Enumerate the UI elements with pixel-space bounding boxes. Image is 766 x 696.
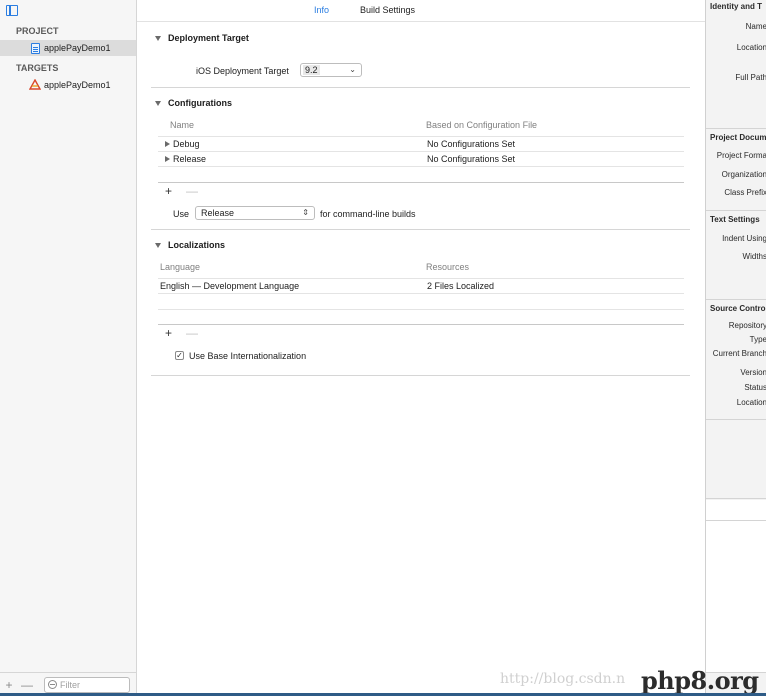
widths-label: Widths [742,252,766,261]
add-file-button[interactable]: + [0,678,18,692]
config-row-release[interactable]: Release [165,154,206,164]
command-line-config-popup[interactable]: Release ⇕ [195,206,315,220]
localizations-title: Localizations [168,240,226,250]
header-divider [158,278,684,279]
editor-tab-bar: Info Build Settings [137,0,705,22]
configurations-title: Configurations [168,98,232,108]
config-file-column-header: Based on Configuration File [426,120,538,130]
disclosure-right-icon [165,156,170,162]
location-label: Location [736,43,766,52]
project-file-icon [31,42,40,54]
remove-localization-button[interactable]: — [186,326,198,340]
disclosure-down-icon [155,35,161,41]
identity-section-header: Identity and T [710,2,762,11]
inspector-divider [706,299,766,300]
organization-label: Organization [721,170,766,179]
disclosure-down-icon [155,100,161,106]
config-file: No Configurations Set [427,139,516,149]
config-file: No Configurations Set [427,154,516,164]
project-navigator: PROJECT applePayDemo1 TARGETS applePayDe… [0,0,137,696]
configurations-header[interactable]: Configurations [155,98,232,108]
deployment-target-title: Deployment Target [168,33,249,43]
project-section-header: PROJECT [16,26,59,36]
chevron-down-icon: ⌄ [349,65,356,74]
target-item[interactable]: applePayDemo1 [0,77,136,93]
current-branch-label: Current Branch [712,349,766,358]
repository-label: Repository [728,321,766,330]
base-internationalization-checkbox[interactable]: ✓ [175,351,184,360]
remove-file-button[interactable]: — [18,678,36,692]
source-control-header: Source Contro [710,304,766,313]
brand-logo-text: php8.org [641,666,759,695]
project-format-label: Project Forma [716,151,766,160]
row-divider [158,166,684,167]
deployment-target-header[interactable]: Deployment Target [155,33,249,43]
table-bottom-divider [158,324,684,325]
add-configuration-button[interactable]: + [165,184,172,198]
watermark-text: http://blog.csdn.n [500,671,626,687]
disclosure-right-icon [165,141,170,147]
ios-deployment-target-popup[interactable]: 9.2 ⌄ [300,63,362,77]
inspector-divider [706,498,766,499]
updown-chevron-icon: ⇕ [302,208,309,217]
text-settings-header: Text Settings [710,215,760,224]
filter-input[interactable]: Filter [44,676,130,693]
config-name-column-header: Name [170,120,195,130]
use-label: Use [173,209,190,219]
config-name: Release [173,154,207,164]
localizations-header[interactable]: Localizations [155,240,225,250]
filter-placeholder: Filter [60,679,80,690]
ios-deployment-target-value: 9.2 [303,65,320,75]
row-divider [158,293,684,294]
config-name: Debug [173,139,200,149]
project-document-header: Project Docum [710,133,766,142]
project-item-label: applePayDemo1 [44,43,111,53]
library-pane [706,521,766,672]
config-row-debug[interactable]: Debug [165,139,200,149]
version-label: Version [740,368,766,377]
localization-resources: 2 Files Localized [427,281,495,291]
file-inspector: Identity and T Name Location Full Path P… [705,0,766,696]
localization-language[interactable]: English — Development Language [160,281,299,291]
resources-column-header: Resources [426,262,470,272]
remove-configuration-button[interactable]: — [186,184,198,198]
library-selector-bar [706,500,766,520]
name-label: Name [745,22,766,31]
add-localization-button[interactable]: + [165,326,172,340]
header-divider [158,136,684,137]
language-column-header: Language [160,262,201,272]
target-item-label: applePayDemo1 [44,80,111,90]
row-divider [158,309,684,310]
type-label: Type [749,335,766,344]
targets-section-header: TARGETS [16,63,59,73]
filter-icon [48,680,57,689]
app-target-icon [29,79,41,90]
location-label: Location [736,398,766,407]
full-path-label: Full Path [735,73,766,82]
base-internationalization-label: Use Base Internationalization [189,351,307,361]
inspector-divider [706,128,766,129]
status-label: Status [744,383,766,392]
section-divider [151,87,690,88]
class-prefix-label: Class Prefix [724,188,766,197]
section-divider [151,375,690,376]
command-line-suffix: for command-line builds [320,209,416,219]
navigator-toggle-icon[interactable] [6,5,18,16]
disclosure-down-icon [155,242,161,248]
indent-using-label: Indent Using [722,234,766,243]
section-divider [151,229,690,230]
project-item[interactable]: applePayDemo1 [0,40,136,56]
table-bottom-divider [158,182,684,183]
command-line-config-value: Release [201,208,235,218]
project-editor: Info Build Settings Deployment Target iO… [137,0,705,696]
tab-info[interactable]: Info [314,5,329,15]
inspector-divider [706,419,766,420]
tab-build-settings[interactable]: Build Settings [360,5,415,15]
inspector-divider [706,210,766,211]
ios-deployment-target-label: iOS Deployment Target [196,66,289,76]
row-divider [158,151,684,152]
